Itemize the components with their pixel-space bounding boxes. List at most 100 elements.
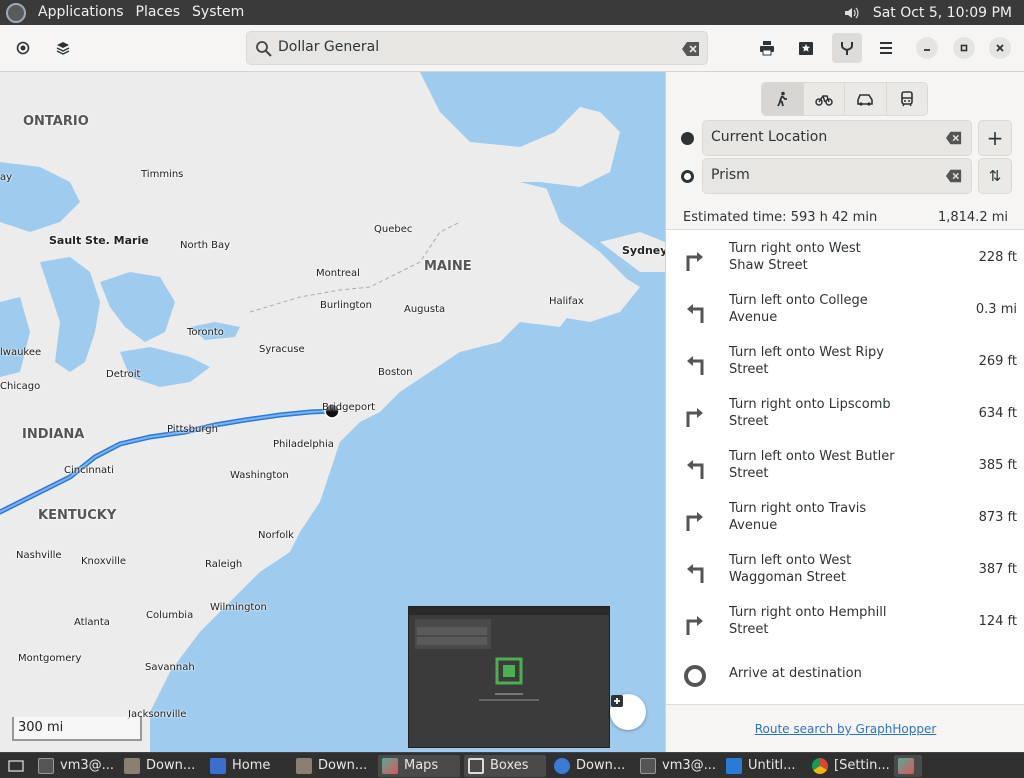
show-desktop-button[interactable] <box>4 755 30 777</box>
clock[interactable]: Sat Oct 5, 10:09 PM <box>873 5 1012 21</box>
taskbar-item-maps-pinned[interactable] <box>894 754 922 777</box>
terminal-icon <box>38 757 54 774</box>
end-location-input[interactable]: Prism <box>702 158 972 194</box>
minimize-icon[interactable] <box>916 37 938 59</box>
instruction-text: Turn left onto College Avenue <box>729 293 868 325</box>
window-preview-thumbnail[interactable] <box>408 606 610 748</box>
label-ay: ay <box>0 172 13 183</box>
instruction-row[interactable]: Turn right onto Hemphill Street 124 ft <box>666 596 1024 648</box>
start-marker-icon <box>681 132 694 145</box>
taskbar-item[interactable]: [Settin... <box>808 755 890 777</box>
taskbar-item-label: Maps <box>404 758 439 773</box>
label-washington: Washington <box>230 470 289 481</box>
label-knoxville: Knoxville <box>81 556 127 567</box>
label-boston: Boston <box>378 367 413 378</box>
turn-right-icon <box>686 252 703 271</box>
bike-icon <box>815 95 833 106</box>
label-timmins: Timmins <box>141 169 184 180</box>
instruction-text: Turn left onto West Butler Street <box>729 449 895 481</box>
start-location-input[interactable]: Current Location <box>702 120 972 156</box>
search-icon <box>256 41 272 57</box>
label-raleigh: Raleigh <box>205 559 243 570</box>
label-nashville: Nashville <box>16 550 62 561</box>
layers-icon[interactable] <box>48 33 78 63</box>
instruction-list[interactable]: Turn right onto West Shaw Street 228 ft … <box>666 229 1024 705</box>
route-icon[interactable] <box>832 33 862 63</box>
reverse-route-button[interactable]: ⇅ <box>978 158 1012 194</box>
menu-icon[interactable] <box>871 33 901 63</box>
instruction-row[interactable]: Turn left onto West Waggoman Street 387 … <box>666 544 1024 596</box>
volume-icon[interactable] <box>843 5 859 21</box>
label-atlanta: Atlanta <box>74 617 110 628</box>
map-view[interactable]: ONTARIO MAINE INDIANA KENTUCKY ay Timmin… <box>0 72 665 752</box>
location-icon[interactable] <box>8 33 38 63</box>
label-savannah: Savannah <box>145 662 195 673</box>
turn-right-icon <box>686 512 703 531</box>
walk-mode-button[interactable] <box>762 83 804 115</box>
browser-icon <box>554 757 570 774</box>
distro-logo-icon[interactable] <box>6 2 26 23</box>
taskbar-item[interactable]: vm3@... <box>636 755 718 777</box>
desktop-icon <box>8 759 24 772</box>
label-sault: Sault Ste. Marie <box>49 234 149 247</box>
taskbar-item[interactable]: Home <box>206 755 288 777</box>
maximize-icon[interactable] <box>953 37 975 59</box>
system-menu[interactable]: System <box>186 0 250 25</box>
instruction-row[interactable]: Turn left onto West Butler Street 385 ft <box>666 440 1024 492</box>
applications-menu[interactable]: Applications <box>32 0 130 25</box>
places-menu[interactable]: Places <box>130 0 187 25</box>
turn-right-icon <box>686 616 703 635</box>
search-input[interactable]: Dollar General <box>246 31 708 65</box>
waypoint-start-row: Current Location + <box>666 120 1024 156</box>
transport-mode-group <box>761 82 928 116</box>
favorites-icon[interactable] <box>791 33 821 63</box>
instruction-text: Turn left onto West Waggoman Street <box>729 553 852 585</box>
label-philadelphia: Philadelphia <box>273 439 334 450</box>
instruction-row[interactable]: Turn right onto West Shaw Street 228 ft <box>666 232 1024 284</box>
instruction-distance: 634 ft <box>978 406 1017 421</box>
clear-start-icon[interactable] <box>945 130 963 146</box>
transit-icon <box>900 91 913 107</box>
turn-left-icon <box>687 356 704 375</box>
transit-mode-button[interactable] <box>886 83 927 115</box>
label-pittsburgh: Pittsburgh <box>167 424 218 435</box>
car-mode-button[interactable] <box>845 83 887 115</box>
instruction-row[interactable]: Arrive at destination <box>666 648 1024 700</box>
label-chicago: Chicago <box>0 381 41 392</box>
taskbar-item[interactable]: vm3@... <box>34 755 116 777</box>
instruction-row[interactable]: Turn right onto Lipscomb Street 634 ft <box>666 388 1024 440</box>
add-waypoint-button[interactable]: + <box>978 120 1012 156</box>
map-scale: 300 mi <box>12 717 142 741</box>
taskbar-item-maps[interactable]: Maps <box>378 754 460 777</box>
clear-search-icon[interactable] <box>681 40 701 58</box>
taskbar-item[interactable]: Down... <box>120 755 202 777</box>
taskbar-item-label: Down... <box>146 758 196 773</box>
label-montgomery: Montgomery <box>18 653 82 664</box>
instruction-row[interactable]: Turn left onto West Ripy Street 269 ft <box>666 336 1024 388</box>
add-button[interactable] <box>610 694 646 730</box>
turn-left-icon <box>687 460 704 479</box>
instruction-row[interactable]: Turn right onto Travis Avenue 873 ft <box>666 492 1024 544</box>
label-montreal: Montreal <box>316 268 360 279</box>
bike-mode-button[interactable] <box>803 83 845 115</box>
print-icon[interactable] <box>752 33 782 63</box>
taskbar-item-boxes[interactable]: Boxes <box>464 754 546 777</box>
instruction-text: Turn right onto West Shaw Street <box>729 241 861 273</box>
plus-icon <box>611 695 623 707</box>
clear-end-icon[interactable] <box>945 168 963 184</box>
route-summary: Estimated time: 593 h 42 min 1,814.2 mi <box>666 206 1024 228</box>
turn-left-icon <box>687 304 704 323</box>
taskbar-item[interactable]: Untitl... <box>722 755 804 777</box>
folder-icon <box>296 757 312 774</box>
instruction-row[interactable]: Turn left onto College Avenue 0.3 mi <box>666 284 1024 336</box>
maps-icon <box>382 757 398 774</box>
taskbar-item-label: vm3@... <box>662 758 717 773</box>
taskbar-item[interactable]: Down... <box>292 755 374 777</box>
close-icon[interactable] <box>989 37 1011 59</box>
turn-left-icon <box>687 564 704 583</box>
label-northbay: North Bay <box>180 240 231 251</box>
waypoint-end-row: Prism ⇅ <box>666 158 1024 194</box>
total-distance: 1,814.2 mi <box>937 210 1008 225</box>
graphhopper-credit-link[interactable]: Route search by GraphHopper <box>666 722 1024 736</box>
taskbar-item[interactable]: Down... <box>550 755 632 777</box>
